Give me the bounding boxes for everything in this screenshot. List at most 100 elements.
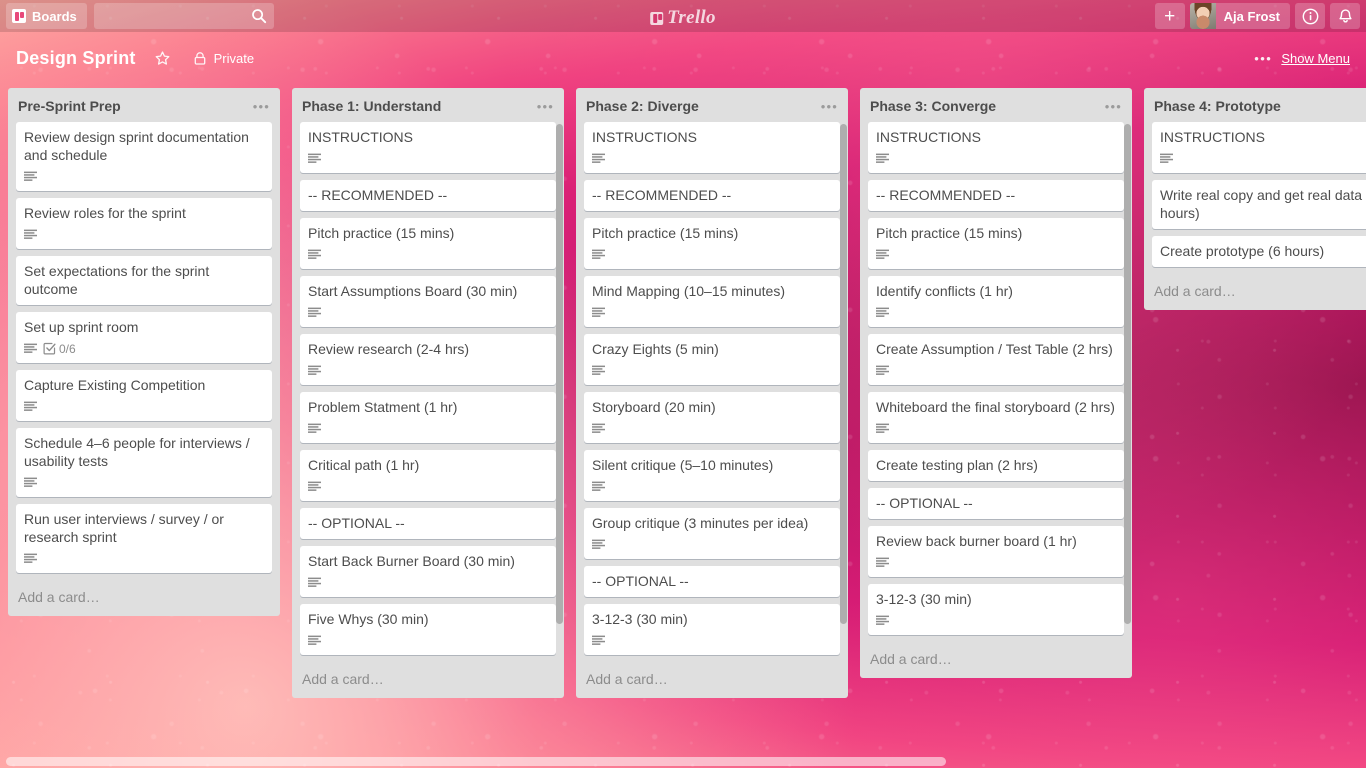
add-a-card-button[interactable]: Add a card… [8, 580, 280, 616]
search-box[interactable] [93, 3, 274, 29]
card-title: Identify conflicts (1 hr) [876, 283, 1013, 299]
show-menu-link[interactable]: Show Menu [1281, 51, 1350, 66]
description-badge [876, 307, 890, 319]
list-title[interactable]: Pre-Sprint Prep [18, 98, 251, 114]
card[interactable]: Silent critique (5–10 minutes) [584, 450, 840, 501]
card-badges [308, 151, 548, 166]
card-badges [24, 399, 264, 414]
board-horizontal-scrollbar-track[interactable] [0, 754, 1366, 768]
add-a-card-button[interactable]: Add a card… [860, 642, 1132, 678]
description-badge [308, 153, 322, 165]
description-icon [24, 171, 37, 181]
info-button[interactable] [1295, 3, 1325, 29]
list-vertical-scrollbar[interactable] [556, 124, 563, 624]
card[interactable]: Identify conflicts (1 hr) [868, 276, 1124, 327]
card[interactable]: Problem Statment (1 hr) [300, 392, 556, 443]
list-title[interactable]: Phase 4: Prototype [1154, 98, 1366, 114]
card-title: Capture Existing Competition [24, 377, 206, 393]
description-icon [308, 423, 321, 433]
card[interactable]: Set up sprint room 0/6 [16, 312, 272, 363]
card-title: Review back burner board (1 hr) [876, 533, 1077, 549]
card[interactable]: INSTRUCTIONS [868, 122, 1124, 173]
search-input[interactable] [93, 3, 274, 29]
card[interactable]: Review design sprint documentation and s… [16, 122, 272, 191]
list-title[interactable]: Phase 1: Understand [302, 98, 535, 114]
card-badges [308, 633, 548, 648]
list-vertical-scrollbar[interactable] [840, 124, 847, 624]
card[interactable]: Pitch practice (15 mins) [868, 218, 1124, 269]
list: Phase 3: Converge ••• INSTRUCTIONS -- RECOM… [860, 88, 1132, 678]
member-menu-button[interactable]: Aja Frost [1189, 3, 1290, 29]
card[interactable]: Mind Mapping (10–15 minutes) [584, 276, 840, 327]
search-icon[interactable] [251, 8, 267, 24]
card[interactable]: -- OPTIONAL -- [584, 566, 840, 597]
card-badges [876, 151, 1116, 166]
card[interactable]: Create prototype (6 hours) [1152, 236, 1366, 267]
card[interactable]: -- RECOMMENDED -- [584, 180, 840, 211]
description-icon [24, 229, 37, 239]
checklist-count: 0/6 [59, 341, 76, 356]
board-visibility-button[interactable]: Private [193, 51, 254, 66]
card[interactable]: Five Whys (30 min) [300, 604, 556, 655]
list-menu-icon[interactable]: ••• [1103, 99, 1124, 114]
card[interactable]: Create testing plan (2 hrs) [868, 450, 1124, 481]
list-cards-container: INSTRUCTIONS -- RECOMMENDED -- Pitch pract… [576, 122, 848, 662]
card-badges [24, 227, 264, 242]
card[interactable]: Group critique (3 minutes per idea) [584, 508, 840, 559]
list-vertical-scrollbar[interactable] [1124, 124, 1131, 624]
card[interactable]: INSTRUCTIONS [584, 122, 840, 173]
card[interactable]: Set expectations for the sprint outcome [16, 256, 272, 305]
boards-button-label: Boards [32, 8, 77, 24]
card[interactable]: -- RECOMMENDED -- [868, 180, 1124, 211]
board-menu-dots-icon[interactable]: ••• [1254, 51, 1272, 66]
card[interactable]: Whiteboard the final storyboard (2 hrs) [868, 392, 1124, 443]
card[interactable]: Storyboard (20 min) [584, 392, 840, 443]
add-button[interactable]: + [1154, 3, 1185, 29]
list-header: Pre-Sprint Prep ••• [8, 88, 280, 122]
card-title: Silent critique (5–10 minutes) [592, 457, 774, 473]
card[interactable]: -- OPTIONAL -- [300, 508, 556, 539]
card[interactable]: INSTRUCTIONS [300, 122, 556, 173]
list-cards-container: Review design sprint documentation and s… [8, 122, 280, 580]
list-menu-icon[interactable]: ••• [251, 99, 272, 114]
card[interactable]: -- OPTIONAL -- [868, 488, 1124, 519]
description-badge [308, 577, 322, 589]
list-menu-icon[interactable]: ••• [819, 99, 840, 114]
trello-logo-text: Trello [667, 7, 716, 28]
card[interactable]: Crazy Eights (5 min) [584, 334, 840, 385]
card[interactable]: -- RECOMMENDED -- [300, 180, 556, 211]
card[interactable]: Review research (2-4 hrs) [300, 334, 556, 385]
list-title[interactable]: Phase 2: Diverge [586, 98, 819, 114]
card[interactable]: Capture Existing Competition [16, 370, 272, 421]
card[interactable]: Write real copy and get real data (6 hou… [1152, 180, 1366, 229]
star-outline-icon[interactable] [154, 50, 171, 67]
card[interactable]: Critical path (1 hr) [300, 450, 556, 501]
description-icon [24, 343, 37, 353]
notifications-button[interactable] [1330, 3, 1360, 29]
card[interactable]: Start Back Burner Board (30 min) [300, 546, 556, 597]
card[interactable]: Schedule 4–6 people for interviews / usa… [16, 428, 272, 497]
board-horizontal-scrollbar-thumb[interactable] [6, 757, 946, 766]
card[interactable]: Create Assumption / Test Table (2 hrs) [868, 334, 1124, 385]
card[interactable]: 3-12-3 (30 min) [584, 604, 840, 655]
card-title: INSTRUCTIONS [1160, 129, 1265, 145]
boards-button[interactable]: Boards [6, 3, 87, 29]
add-a-card-button[interactable]: Add a card… [1144, 274, 1366, 310]
card[interactable]: Review roles for the sprint [16, 198, 272, 249]
add-a-card-button[interactable]: Add a card… [576, 662, 848, 698]
card[interactable]: Start Assumptions Board (30 min) [300, 276, 556, 327]
description-icon [592, 365, 605, 375]
list-header: Phase 2: Diverge ••• [576, 88, 848, 122]
card[interactable]: Run user interviews / survey / or resear… [16, 504, 272, 573]
trello-logo[interactable]: Trello [650, 7, 716, 29]
list-menu-icon[interactable]: ••• [535, 99, 556, 114]
card[interactable]: INSTRUCTIONS [1152, 122, 1366, 173]
add-a-card-button[interactable]: Add a card… [292, 662, 564, 698]
description-badge [592, 481, 606, 493]
card[interactable]: 3-12-3 (30 min) [868, 584, 1124, 635]
member-name: Aja Frost [1223, 8, 1280, 24]
card[interactable]: Pitch practice (15 mins) [584, 218, 840, 269]
list-title[interactable]: Phase 3: Converge [870, 98, 1103, 114]
card[interactable]: Review back burner board (1 hr) [868, 526, 1124, 577]
card[interactable]: Pitch practice (15 mins) [300, 218, 556, 269]
